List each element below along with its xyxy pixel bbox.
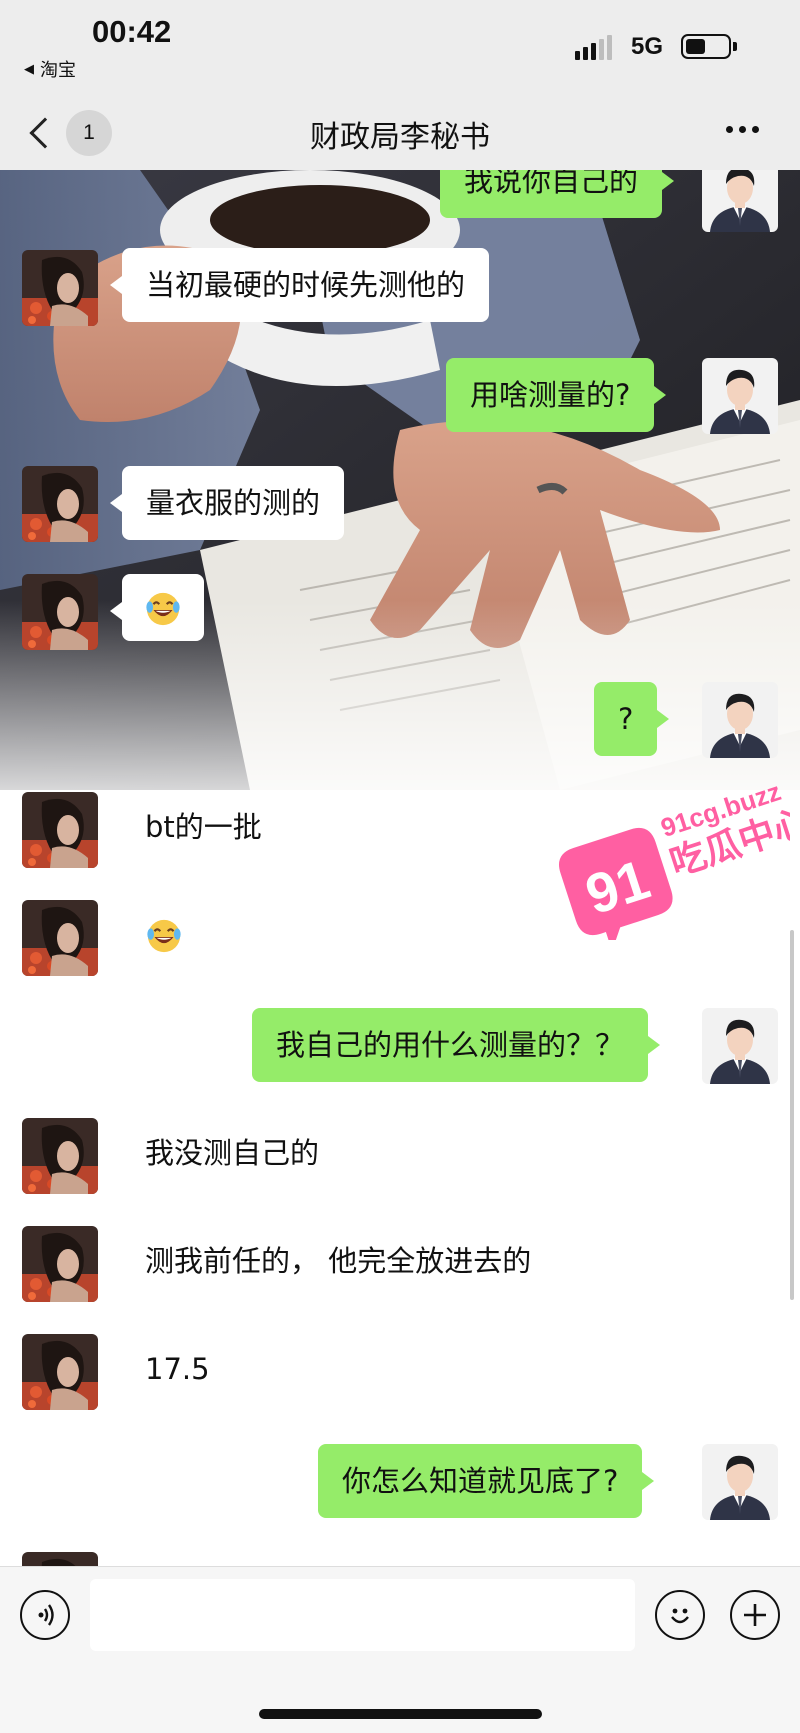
contact-avatar[interactable] xyxy=(22,900,98,976)
voice-icon xyxy=(38,1604,54,1626)
contact-avatar[interactable] xyxy=(22,1334,98,1410)
my-avatar[interactable] xyxy=(702,170,778,232)
contact-avatar[interactable] xyxy=(22,792,98,868)
back-button[interactable]: 1 xyxy=(24,110,112,156)
sent-message-bubble[interactable]: 我说你自己的 xyxy=(440,170,675,218)
contact-avatar[interactable] xyxy=(22,574,98,650)
sent-message-bubble[interactable]: 用啥测量的? xyxy=(446,358,667,432)
unread-count-badge: 1 xyxy=(66,110,112,156)
contact-avatar[interactable] xyxy=(22,1226,98,1302)
cellular-signal-icon xyxy=(575,34,612,60)
emoji-button[interactable] xyxy=(655,1590,705,1640)
scrollbar[interactable] xyxy=(790,930,794,1300)
received-message-bubble[interactable]: 量衣服的测的 xyxy=(109,466,345,540)
my-avatar[interactable] xyxy=(702,358,778,434)
sent-message-bubble[interactable]: 我自己的用什么测量的？？ xyxy=(252,1008,661,1082)
message-text-input[interactable] xyxy=(90,1579,635,1651)
contact-avatar[interactable] xyxy=(22,466,98,542)
smiley-face-icon xyxy=(671,1608,689,1624)
plus-icon xyxy=(744,1604,766,1626)
chat-title: 财政局李秘书 xyxy=(310,120,490,155)
sent-message-bubble[interactable]: ? xyxy=(594,682,670,756)
received-message-bubble[interactable]: 测我前任的， 他完全放进去的 xyxy=(145,1224,555,1298)
back-triangle-icon: ◀ xyxy=(24,61,34,77)
network-type: 5G xyxy=(631,33,664,60)
received-message-bubble[interactable]: 我没测自己的 xyxy=(145,1116,343,1190)
more-dots-icon xyxy=(726,126,733,133)
voice-input-button[interactable] xyxy=(20,1590,70,1640)
contact-avatar[interactable] xyxy=(22,1118,98,1194)
laughing-tears-emoji-icon xyxy=(146,592,180,626)
my-avatar[interactable] xyxy=(702,1008,778,1084)
more-options-button[interactable] xyxy=(726,126,759,133)
sent-message-bubble[interactable]: 你怎么知道就见底了? xyxy=(318,1444,655,1518)
contact-avatar[interactable] xyxy=(22,250,98,326)
clock: 00:42 xyxy=(92,14,172,49)
site-watermark: 91 91cg.buzz 吃瓜中心 xyxy=(558,776,790,940)
chat-message-area[interactable]: 我说你自己的 当初最硬的时候先测他的 用啥测量的? 量衣服的测的 ? bt的一批… xyxy=(0,170,800,1566)
contact-avatar[interactable] xyxy=(22,1552,98,1566)
my-avatar[interactable] xyxy=(702,682,778,758)
more-actions-button[interactable] xyxy=(730,1590,780,1640)
battery-icon xyxy=(681,34,737,59)
chat-header: 财政局李秘书 1 xyxy=(0,92,800,170)
my-avatar[interactable] xyxy=(702,1444,778,1520)
message-input-bar xyxy=(0,1566,800,1733)
home-indicator[interactable] xyxy=(259,1709,542,1719)
received-emoji-bubble[interactable] xyxy=(110,574,204,641)
received-message-bubble[interactable]: 17.5 xyxy=(145,1332,234,1406)
received-emoji-bubble[interactable] xyxy=(145,900,207,972)
back-app-label: 淘宝 xyxy=(40,60,76,81)
received-message-bubble[interactable]: bt的一批 xyxy=(145,790,286,864)
received-message-bubble[interactable]: 当初最硬的时候先测他的 xyxy=(109,248,490,322)
laughing-tears-emoji-icon xyxy=(147,919,181,953)
chevron-left-icon xyxy=(29,117,61,149)
status-bar: 00:42 ◀ 淘宝 5G xyxy=(0,0,800,92)
back-to-app-link[interactable]: ◀ 淘宝 xyxy=(24,56,76,82)
